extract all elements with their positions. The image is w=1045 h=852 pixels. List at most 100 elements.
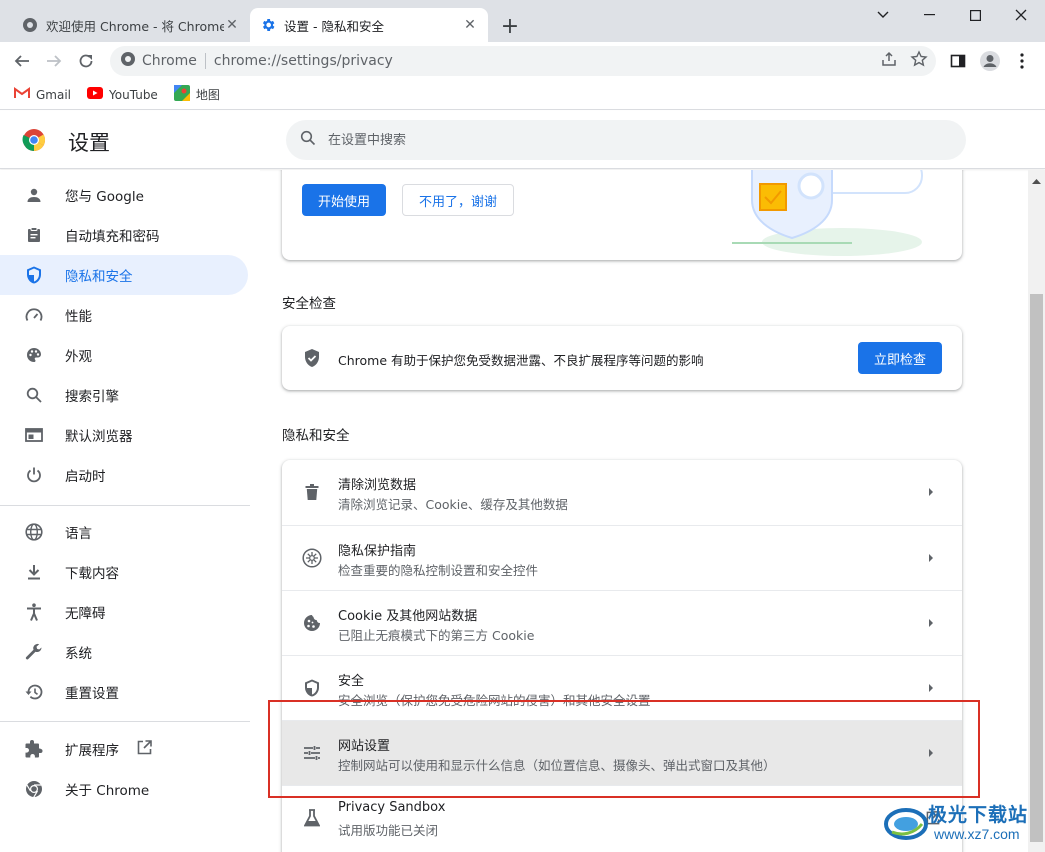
scroll-up-arrow-icon[interactable] [1031,174,1042,184]
gear-icon [260,17,276,33]
tune-icon [302,743,322,763]
sidebar-item-on-startup[interactable]: 启动时 [0,455,248,495]
bookmark-gmail[interactable]: Gmail [14,87,71,102]
compass-icon [302,548,322,568]
close-tab-icon[interactable]: ✕ [462,17,478,33]
sidebar-item-languages[interactable]: 语言 [0,512,248,552]
chrome-logo-icon [22,128,46,152]
sidebar-item-accessibility[interactable]: 无障碍 [0,592,248,632]
row-title: Privacy Sandbox [338,800,446,815]
bookmarks-bar: Gmail YouTube 地图 [0,80,1045,110]
clear-browsing-data-row[interactable]: 清除浏览数据 清除浏览记录、Cookie、缓存及其他数据 [282,460,962,525]
trash-icon [302,482,322,502]
row-title: 网站设置 [338,739,391,754]
arrow-right-icon [926,551,936,565]
row-subtitle: 已阻止无痕模式下的第三方 Cookie [338,628,535,643]
settings-search[interactable] [286,120,966,160]
side-panel-icon[interactable] [944,47,972,75]
share-icon[interactable] [880,50,898,72]
minimize-button[interactable] [906,0,952,30]
bookmark-label: 地图 [195,88,220,102]
search-icon [24,385,44,405]
watermark-logo-icon [884,802,928,846]
search-input[interactable] [328,132,928,148]
check-now-button[interactable]: 立即检查 [858,342,942,374]
tab-settings[interactable]: 设置 - 隐私和安全 ✕ [250,8,488,42]
globe-icon [24,522,44,542]
sidebar-item-you-and-google[interactable]: 您与 Google [0,175,248,215]
site-settings-row[interactable]: 网站设置 控制网站可以使用和显示什么信息（如位置信息、摄像头、弹出式窗口及其他） [282,720,962,785]
shield-check-icon [303,348,321,372]
back-arrow-icon[interactable] [8,47,36,75]
sidebar-item-about[interactable]: 关于 Chrome [0,769,248,809]
sidebar-item-default-browser[interactable]: 默认浏览器 [0,415,248,455]
close-tab-icon[interactable]: ✕ [224,17,240,33]
tab-search-chevron-icon[interactable] [860,0,906,30]
sidebar-item-performance[interactable]: 性能 [0,295,248,335]
sidebar-divider [0,721,250,722]
toolbar: Chrome chrome://settings/privacy [0,42,1045,80]
sidebar-item-label: 隐私和安全 [65,269,133,285]
tab-welcome[interactable]: 欢迎使用 Chrome - 将 Chrome ✕ [12,8,250,42]
settings-sidebar: 您与 Google 自动填充和密码 隐私和安全 性能 外观 搜索引擎 默认浏览器… [0,170,260,852]
sidebar-item-label: 您与 Google [65,189,144,205]
privacy-guide-row[interactable]: 隐私保护指南 检查重要的隐私控制设置和安全控件 [282,525,962,590]
profile-avatar-icon[interactable] [976,47,1004,75]
page-title: 设置 [68,131,110,155]
more-menu-icon[interactable] [1008,47,1036,75]
sidebar-item-privacy[interactable]: 隐私和安全 [0,255,248,295]
sidebar-item-label: 启动时 [65,469,106,485]
settings-main: 开始使用 不用了，谢谢 安全检查 Chrome 有助于保护您免受数据泄露、不良扩… [260,170,1028,852]
new-tab-button[interactable]: + [498,14,522,39]
url-text[interactable]: chrome://settings/privacy [214,53,393,69]
chrome-icon [24,779,44,799]
sidebar-item-search-engine[interactable]: 搜索引擎 [0,375,248,415]
puzzle-icon [24,739,44,759]
gmail-icon [14,87,30,102]
sidebar-item-label: 重置设置 [65,686,119,702]
forward-arrow-icon[interactable] [40,47,68,75]
safety-check-description: Chrome 有助于保护您免受数据泄露、不良扩展程序等问题的影响 [338,353,704,368]
bookmark-label: Gmail [36,87,72,102]
sidebar-item-autofill[interactable]: 自动填充和密码 [0,215,248,255]
sidebar-item-label: 系统 [65,646,92,662]
bookmark-youtube[interactable]: YouTube [87,87,158,102]
privacy-sandbox-row[interactable]: Privacy Sandbox 试用版功能已关闭 [282,785,962,850]
sidebar-item-extensions[interactable]: 扩展程序 [0,729,248,769]
row-subtitle: 控制网站可以使用和显示什么信息（如位置信息、摄像头、弹出式窗口及其他） [338,758,776,773]
sidebar-item-downloads[interactable]: 下载内容 [0,552,248,592]
sidebar-item-label: 默认浏览器 [65,429,133,445]
watermark-url: www.xz7.com [934,826,1020,842]
palette-icon [24,345,44,365]
sidebar-item-appearance[interactable]: 外观 [0,335,248,375]
cookies-row[interactable]: Cookie 及其他网站数据 已阻止无痕模式下的第三方 Cookie [282,590,962,655]
row-subtitle: 安全浏览（保护您免受危险网站的侵害）和其他安全设置 [338,693,651,708]
arrow-right-icon [926,485,936,499]
decline-button[interactable]: 不用了，谢谢 [402,184,514,216]
sidebar-item-label: 语言 [65,526,92,542]
scrollbar-thumb[interactable] [1030,294,1043,842]
browser-icon [24,425,44,445]
sidebar-item-reset[interactable]: 重置设置 [0,672,248,712]
speedometer-icon [24,305,44,325]
bookmark-star-icon[interactable] [910,50,928,72]
sidebar-item-label: 扩展程序 [65,743,119,759]
close-window-button[interactable] [998,0,1044,30]
site-label: Chrome [142,53,197,69]
privacy-guide-illustration [722,170,932,260]
search-icon [300,130,316,150]
reload-icon[interactable] [72,47,100,75]
start-button[interactable]: 开始使用 [302,184,386,216]
maximize-button[interactable] [952,0,998,30]
maps-icon [173,85,190,104]
privacy-security-card: 清除浏览数据 清除浏览记录、Cookie、缓存及其他数据 隐私保护指南 检查重要… [282,460,962,852]
cookie-icon [302,613,322,633]
tab-strip: 欢迎使用 Chrome - 将 Chrome ✕ 设置 - 隐私和安全 ✕ + [0,0,1045,42]
shield-icon [24,265,44,285]
security-row[interactable]: 安全 安全浏览（保护您免受危险网站的侵害）和其他安全设置 [282,655,962,720]
omnibox-separator [204,53,206,69]
sidebar-item-system[interactable]: 系统 [0,632,248,672]
bookmark-maps[interactable]: 地图 [173,85,220,104]
address-bar[interactable]: Chrome chrome://settings/privacy [110,46,936,76]
arrow-right-icon [926,681,936,695]
